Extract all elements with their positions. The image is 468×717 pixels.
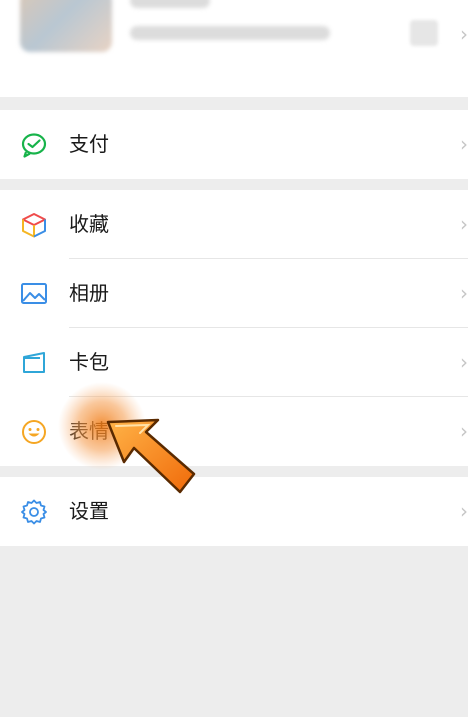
nickname-placeholder	[130, 0, 210, 8]
chevron-right-icon: ›	[460, 499, 468, 523]
menu-item-cards-label: 卡包	[69, 350, 109, 374]
gear-icon	[21, 499, 47, 525]
wechat-id-placeholder	[130, 26, 330, 40]
qr-code-icon[interactable]	[410, 20, 438, 46]
pay-section: 支付 ›	[0, 110, 468, 179]
chevron-right-icon: ›	[460, 419, 468, 443]
menu-item-album-label: 相册	[69, 281, 109, 305]
profile-header[interactable]: ›	[0, 0, 468, 97]
smiley-icon	[22, 420, 46, 444]
menu-item-settings-label: 设置	[69, 499, 109, 523]
menu-item-pay-label: 支付	[69, 132, 109, 156]
card-wallet-icon	[23, 352, 45, 373]
wechat-pay-icon	[21, 133, 47, 158]
chevron-right-icon: ›	[460, 212, 468, 236]
tutorial-pointer-arrow-icon	[58, 382, 196, 494]
chevron-right-icon: ›	[460, 22, 468, 46]
menu-item-pay[interactable]: 支付 ›	[0, 110, 468, 179]
image-icon	[21, 283, 47, 304]
chevron-right-icon: ›	[460, 350, 468, 374]
chevron-right-icon: ›	[460, 132, 468, 156]
avatar[interactable]	[20, 0, 112, 52]
cube-icon	[22, 213, 46, 238]
chevron-right-icon: ›	[460, 281, 468, 305]
menu-item-favorites[interactable]: 收藏 ›	[0, 190, 468, 259]
menu-item-album[interactable]: 相册 ›	[0, 259, 468, 328]
menu-item-favorites-label: 收藏	[69, 212, 109, 236]
